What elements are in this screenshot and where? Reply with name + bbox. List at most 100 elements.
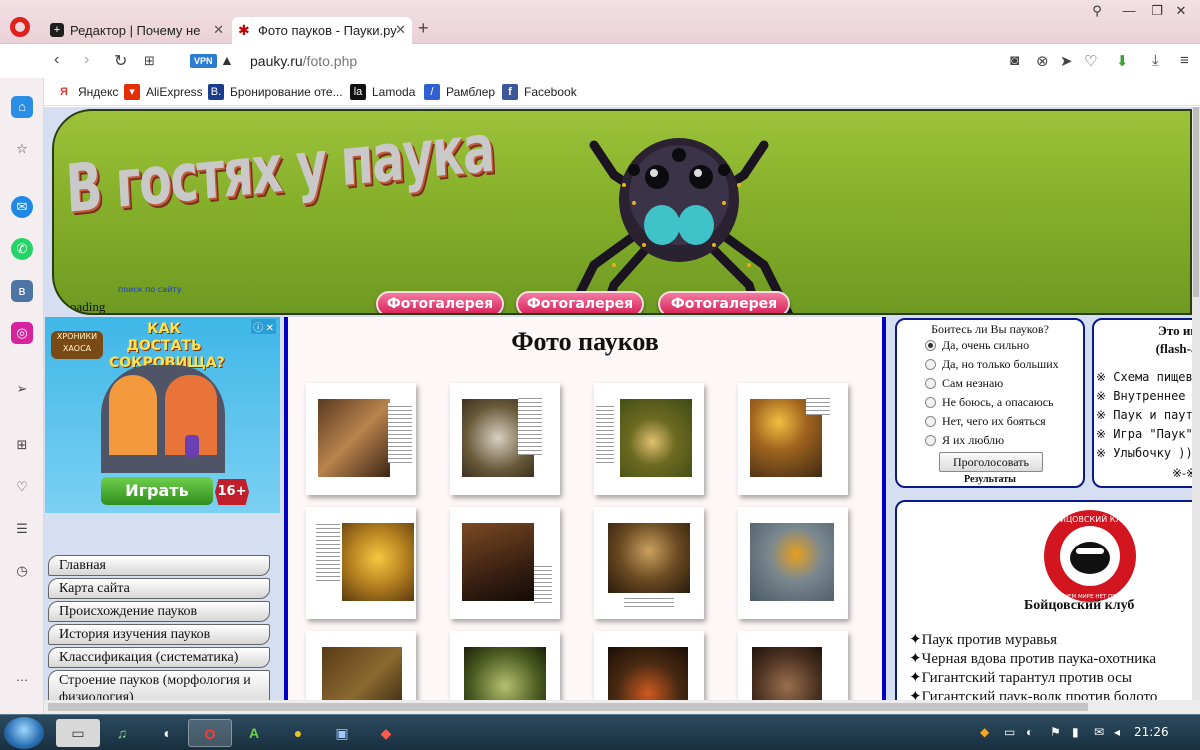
poll-option[interactable]: Да, очень сильно [925, 338, 1029, 353]
poll-option[interactable]: Да, но только больших [925, 357, 1059, 372]
notification-icon[interactable]: ✉ [1094, 725, 1104, 739]
site-search-link[interactable]: поиск по сайту [118, 285, 182, 294]
photo-thumbnail[interactable] [450, 631, 560, 700]
tray-icon[interactable]: ▭ [1004, 725, 1015, 739]
app-green-icon[interactable]: A [232, 719, 276, 747]
history-clock-icon[interactable]: ◷ [11, 560, 33, 582]
back-icon[interactable]: ‹ [54, 51, 59, 69]
bookmark-facebook[interactable]: f Facebook [502, 84, 577, 100]
speed-dial-icon[interactable]: ☆ [11, 138, 33, 160]
scrollbar-thumb[interactable] [1193, 107, 1199, 297]
menu-item-origin[interactable]: Происхождение пауков [48, 601, 270, 622]
flash-link[interactable]: ※ Схема пищевар [1096, 370, 1192, 384]
site-logo-title[interactable]: В гостях у паука [64, 111, 495, 228]
menu-icon[interactable]: ≡ [1180, 52, 1189, 69]
viewer-icon[interactable]: ▣ [320, 719, 364, 747]
tabs-grid-icon[interactable]: ⊞ [144, 53, 155, 69]
flash-link[interactable]: ※ Паук и паутина [1096, 408, 1192, 422]
start-button[interactable] [4, 717, 44, 749]
photo-thumbnail[interactable] [306, 383, 416, 495]
horizontal-scrollbar[interactable] [44, 700, 1200, 714]
flash-link[interactable]: ※ Улыбочку ))) [1096, 446, 1192, 460]
tray-icon[interactable]: ◐ [1026, 725, 1033, 739]
radio[interactable] [925, 416, 936, 427]
photo-thumbnail[interactable] [450, 507, 560, 619]
clock[interactable]: 21:26 [1134, 725, 1169, 739]
close-tab-icon[interactable]: ✕ [213, 22, 224, 38]
poll-option[interactable]: Я их люблю [925, 433, 1004, 448]
tray-icon[interactable]: ⚑ [1050, 725, 1061, 739]
poll-option[interactable]: Не боюсь, а опасаюсь [925, 395, 1054, 410]
bookmark-lamoda[interactable]: la Lamoda [350, 84, 415, 100]
minimize-icon[interactable]: — [1114, 3, 1144, 23]
game-advertisement[interactable]: ХРОНИКИ ХАОСА КАК ДОСТАТЬ СОКРОВИЩА? Игр… [45, 317, 280, 513]
app-yellow-icon[interactable]: ● [276, 719, 320, 747]
tab-editor[interactable]: + Редактор | Почему нельзя ✕ [44, 17, 230, 44]
extensions-grid-icon[interactable]: ⊞ [11, 434, 33, 456]
menu-item-anatomy[interactable]: Строение пауков (морфология и физиология… [48, 670, 270, 700]
photo-thumbnail[interactable] [738, 631, 848, 700]
radio[interactable] [925, 378, 936, 389]
bookmark-aliexpress[interactable]: ▾ AliExpress [124, 84, 203, 100]
volume-app-icon[interactable]: ◖ [144, 719, 188, 747]
news-icon[interactable]: ☰ [11, 518, 33, 540]
photo-thumbnail[interactable] [450, 383, 560, 495]
flash-link[interactable]: ※ Внутреннее ст [1096, 389, 1192, 403]
menu-item-sitemap[interactable]: Карта сайта [48, 578, 270, 599]
home-icon[interactable]: ⌂ [11, 96, 33, 118]
fight-link[interactable]: ✦Гигантский паук-волк против болото [909, 687, 1157, 700]
vertical-scrollbar[interactable] [1192, 107, 1200, 700]
instagram-icon[interactable]: ◎ [11, 322, 33, 344]
opera-taskbar-icon[interactable]: O [188, 719, 232, 747]
pdf-icon[interactable]: ◆ [364, 719, 408, 747]
gallery-3-button[interactable]: Фотогалерея №3 [658, 291, 790, 313]
poll-option[interactable]: Сам незнаю [925, 376, 1003, 391]
fight-club-title[interactable]: Бойцовский клуб [1024, 598, 1134, 614]
photo-thumbnail[interactable] [306, 631, 416, 700]
menu-item-history[interactable]: История изучения пауков [48, 624, 270, 645]
bookmark-rambler[interactable]: / Рамблер [424, 84, 495, 100]
fight-link[interactable]: ✦Черная вдова против паука-охотника [909, 649, 1156, 668]
explorer-icon[interactable]: ▭ [56, 719, 100, 747]
photo-thumbnail[interactable] [306, 507, 416, 619]
url-field[interactable]: pauky.ru/foto.php [250, 53, 357, 69]
send-icon[interactable]: ➤ [1060, 52, 1073, 70]
close-tab-icon[interactable]: ✕ [395, 22, 406, 38]
fight-club-logo[interactable]: БОЙЦОВСКИЙ КЛУБ В НАШЕМ МИРЕ НЕТ ПРАВИЛ [1042, 508, 1138, 604]
photo-thumbnail[interactable] [594, 383, 704, 495]
poll-option[interactable]: Нет, чего их бояться [925, 414, 1046, 429]
download-extension-icon[interactable]: ⬇ [1116, 52, 1129, 70]
messenger-icon[interactable]: ✉ [11, 196, 33, 218]
more-icon[interactable]: … [11, 666, 33, 688]
poll-results-link[interactable]: Результаты [897, 474, 1083, 485]
tab-spiders-photo[interactable]: ✱ Фото пауков - Пауки.ру ✕ [232, 17, 412, 44]
gallery-2-button[interactable]: Фотогалерея №2 [516, 291, 644, 313]
fight-link[interactable]: ✦Паук против муравья [909, 630, 1057, 649]
bookmark-yandex[interactable]: Я Яндекс [56, 84, 118, 100]
camera-icon[interactable]: ◙ [1010, 52, 1019, 69]
radio[interactable] [925, 359, 936, 370]
photo-thumbnail[interactable] [594, 507, 704, 619]
speaker-icon[interactable]: ◂ [1114, 725, 1120, 739]
vpn-badge[interactable]: VPN [190, 54, 217, 68]
vk-icon[interactable]: в [11, 280, 33, 302]
flash-link[interactable]: ※ Игра "Паук" [1096, 427, 1192, 441]
menu-item-classification[interactable]: Классификация (систематика) [48, 647, 270, 668]
heart-icon[interactable]: ♡ [1084, 52, 1097, 70]
menu-item-home[interactable]: Главная [48, 555, 270, 576]
adblock-icon[interactable]: ⊗ [1036, 52, 1049, 70]
warning-icon[interactable]: ▲ [220, 52, 234, 68]
bookmark-booking[interactable]: B. Бронирование оте... [208, 84, 343, 100]
photo-thumbnail[interactable] [594, 631, 704, 700]
ad-play-button[interactable]: Играть [101, 477, 213, 505]
downloads-icon[interactable]: ⤓ [1152, 52, 1159, 69]
radio-selected[interactable] [925, 340, 936, 351]
tray-icon[interactable]: ◆ [980, 725, 989, 739]
gallery-1-button[interactable]: Фотогалерея №1 [376, 291, 504, 313]
network-icon[interactable]: ▮ [1072, 725, 1079, 739]
radio[interactable] [925, 397, 936, 408]
app-icon[interactable]: ♫ [100, 719, 144, 747]
vote-button[interactable]: Проголосовать [939, 452, 1043, 472]
forward-icon[interactable]: › [84, 51, 89, 69]
window-close-icon[interactable]: ✕ [1166, 3, 1196, 23]
